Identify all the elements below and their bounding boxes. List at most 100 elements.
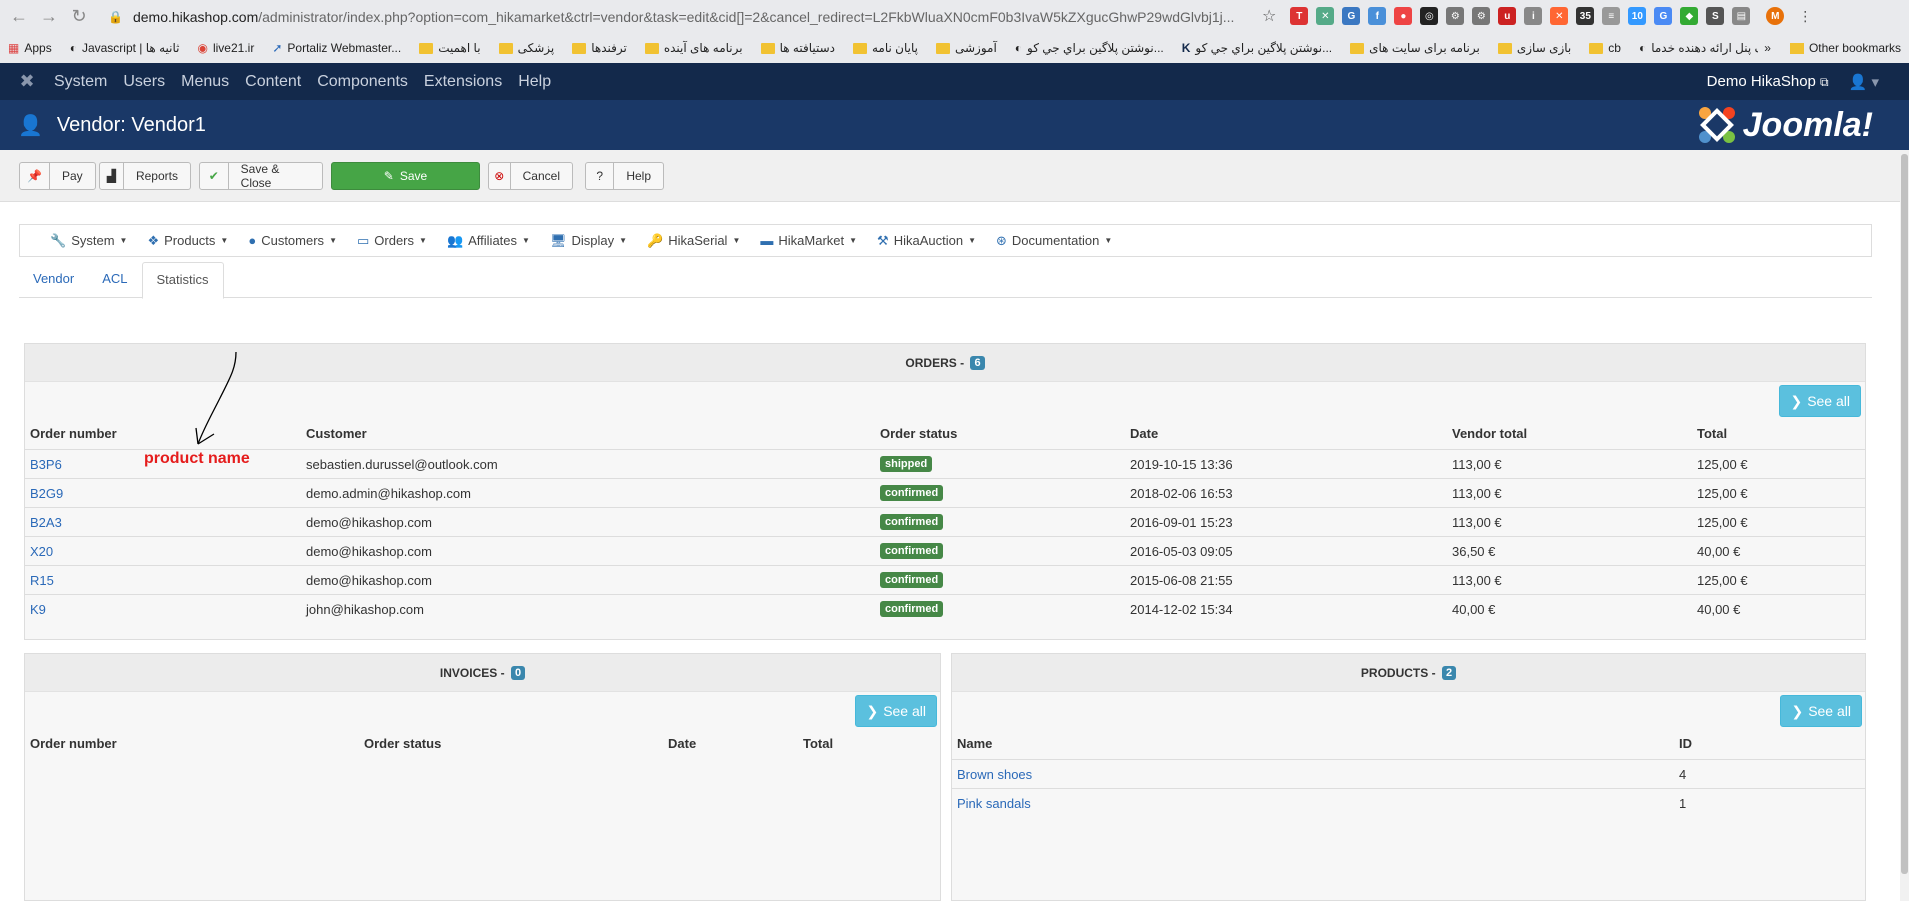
- product-name-link[interactable]: Pink sandals: [957, 796, 1031, 811]
- extension-icon[interactable]: ▤: [1732, 7, 1751, 25]
- bookmark-star-icon[interactable]: ☆: [1262, 6, 1276, 26]
- order-date: 2015-06-08 21:55: [1130, 572, 1233, 588]
- bookmark-apps[interactable]: ▦ Apps: [8, 41, 52, 55]
- folder-icon: [644, 42, 659, 54]
- extension-icon[interactable]: ✕: [1550, 7, 1569, 25]
- reload-icon[interactable]: ↻: [64, 2, 94, 32]
- site-link[interactable]: Demo HikaShop ⧉: [1707, 73, 1829, 90]
- extension-icon[interactable]: ✕: [1316, 7, 1335, 25]
- hikamenu-documentation[interactable]: ⊛ Documentation ▼: [996, 233, 1112, 249]
- globe-icon: ◐: [1014, 41, 1023, 55]
- extension-icons: ☆ T ✕ G f ● ◎ ⚙ ⚙ u i ✕ 35 ≡ 10 G ◆ S ▤ …: [1262, 6, 1812, 26]
- profile-avatar-icon[interactable]: M: [1766, 7, 1785, 25]
- hikamenu-customers[interactable]: ● Customers ▼: [248, 233, 337, 248]
- orders-panel-header: ORDERS - 6: [25, 344, 1865, 382]
- nav-extensions[interactable]: Extensions: [424, 73, 502, 91]
- extension-icon[interactable]: 10: [1628, 7, 1647, 25]
- bookmark-folder[interactable]: پایان نامه: [852, 41, 918, 55]
- table-row: X20 demo@hikashop.com confirmed 2016-05-03 …: [25, 536, 1865, 565]
- hikamenu-hikamarket[interactable]: ▬ HikaMarket ▼: [760, 233, 857, 248]
- bookmark-item[interactable]: ◐ Javascript | ثانیه ها: [70, 41, 180, 55]
- reports-button[interactable]: ▟ Reports: [99, 162, 191, 190]
- tab-acl[interactable]: ACL: [88, 262, 141, 298]
- order-number-link[interactable]: R15: [30, 573, 54, 588]
- help-button[interactable]: ? Help: [585, 162, 664, 190]
- product-name-link[interactable]: Brown shoes: [957, 767, 1032, 782]
- bookmark-folder[interactable]: برنامه های آینده: [644, 41, 743, 55]
- hikamenu-orders[interactable]: ▭ Orders ▼: [357, 233, 427, 249]
- page-title: Vendor: Vendor1: [56, 113, 206, 136]
- order-number-link[interactable]: K9: [30, 602, 46, 617]
- extension-icon[interactable]: ≡: [1602, 7, 1621, 25]
- globe-icon: ◐: [69, 41, 77, 55]
- overflow-chevron-icon[interactable]: »: [1764, 41, 1771, 55]
- bookmark-folder[interactable]: برنامه برای سایت های: [1350, 41, 1480, 55]
- extension-icon[interactable]: 35: [1576, 7, 1595, 25]
- order-total: 125,00 €: [1697, 572, 1748, 588]
- bookmark-folder[interactable]: ترفندها: [572, 41, 627, 55]
- back-icon[interactable]: ←: [4, 2, 34, 32]
- order-number-link[interactable]: B2A3: [30, 515, 62, 530]
- extension-icon[interactable]: f: [1368, 7, 1387, 25]
- nav-content[interactable]: Content: [245, 73, 301, 91]
- cancel-button[interactable]: ⊗ Cancel: [488, 162, 573, 190]
- extension-icon[interactable]: i: [1524, 7, 1543, 25]
- save-button[interactable]: ✎ Save: [331, 162, 480, 190]
- url-field[interactable]: 🔒 demo.hikashop.com/administrator/index.…: [108, 5, 1258, 29]
- products-see-all-button[interactable]: ❯ See all: [1780, 695, 1862, 727]
- save-close-button[interactable]: ✔ Save & Close: [199, 162, 323, 190]
- nav-users[interactable]: Users: [123, 73, 165, 91]
- bookmarks-bar: ▦ Apps ◐ Javascript | ثانیه ها ◉ live21.ir …: [0, 33, 1909, 63]
- pay-button[interactable]: 📌 Pay: [19, 162, 96, 190]
- nav-help[interactable]: Help: [518, 73, 551, 91]
- other-bookmarks[interactable]: » Other bookmarks: [1758, 41, 1901, 55]
- col-invoice-order-number: Order number: [30, 736, 117, 751]
- bookmark-folder[interactable]: cb: [1589, 41, 1621, 55]
- orders-title: ORDERS -: [905, 355, 965, 370]
- bookmark-item[interactable]: ◐ نوشتن پلاگین براي جي كو...: [1015, 41, 1164, 55]
- bookmark-folder[interactable]: بازی سازی: [1497, 41, 1571, 55]
- order-number-link[interactable]: B3P6: [30, 457, 62, 472]
- folder-icon: [1497, 42, 1512, 54]
- bookmark-folder[interactable]: پزشکی: [498, 41, 554, 55]
- extension-icon[interactable]: u: [1498, 7, 1517, 25]
- nav-system[interactable]: System: [54, 73, 107, 91]
- tab-vendor[interactable]: Vendor: [19, 262, 88, 298]
- extension-icon[interactable]: G: [1342, 7, 1361, 25]
- extension-icon[interactable]: G: [1654, 7, 1673, 25]
- orders-see-all-button[interactable]: ❯ See all: [1779, 385, 1861, 417]
- bookmark-item[interactable]: K نوشتن پلاگین براي جي كو...: [1182, 41, 1332, 55]
- hikamenu-products[interactable]: ❖ Products ▼: [147, 233, 228, 249]
- order-number-link[interactable]: B2G9: [30, 486, 63, 501]
- bookmark-folder[interactable]: با اهمیت: [419, 41, 481, 55]
- page-scrollbar[interactable]: [1900, 150, 1909, 901]
- tab-statistics[interactable]: Statistics: [141, 262, 224, 299]
- hikamenu-system[interactable]: 🔧 System ▼: [50, 233, 127, 249]
- forward-icon[interactable]: →: [34, 2, 64, 32]
- hikamenu-hikaauction[interactable]: ⚒ HikaAuction ▼: [877, 233, 976, 249]
- extension-icon[interactable]: ◆: [1680, 7, 1699, 25]
- extension-icon[interactable]: ●: [1394, 7, 1413, 25]
- nav-menus[interactable]: Menus: [181, 73, 229, 91]
- invoices-see-all-button[interactable]: ❯ See all: [855, 695, 937, 727]
- extension-icon[interactable]: ⚙: [1472, 7, 1491, 25]
- browser-menu-icon[interactable]: ⋮: [1798, 8, 1812, 25]
- nav-components[interactable]: Components: [317, 73, 408, 91]
- extension-icon[interactable]: T: [1290, 7, 1309, 25]
- extension-icon[interactable]: ⚙: [1446, 7, 1465, 25]
- wrench-icon: 🔧: [50, 232, 67, 248]
- order-number-link[interactable]: X20: [30, 544, 53, 559]
- annotation-arrow: [195, 351, 237, 445]
- user-menu-icon[interactable]: 👤 ▾: [1849, 73, 1879, 91]
- extension-icon[interactable]: S: [1706, 7, 1725, 25]
- scrollbar-thumb[interactable]: [1901, 154, 1908, 874]
- hikamenu-affiliates[interactable]: 👥 Affiliates ▼: [447, 233, 530, 249]
- bookmark-item[interactable]: ◉ live21.ir: [197, 41, 254, 55]
- bookmark-folder[interactable]: دستیافته ها: [760, 41, 835, 55]
- extension-icon[interactable]: ◎: [1420, 7, 1439, 25]
- joomla-small-logo-icon[interactable]: ✖: [0, 71, 54, 92]
- bookmark-folder[interactable]: آموزشی: [935, 41, 997, 55]
- bookmark-item[interactable]: ➚ Portaliz Webmaster...: [272, 41, 401, 55]
- hikamenu-display[interactable]: 🖥 Display ▼: [550, 233, 627, 249]
- hikamenu-hikaserial[interactable]: 🔑 HikaSerial ▼: [647, 233, 740, 249]
